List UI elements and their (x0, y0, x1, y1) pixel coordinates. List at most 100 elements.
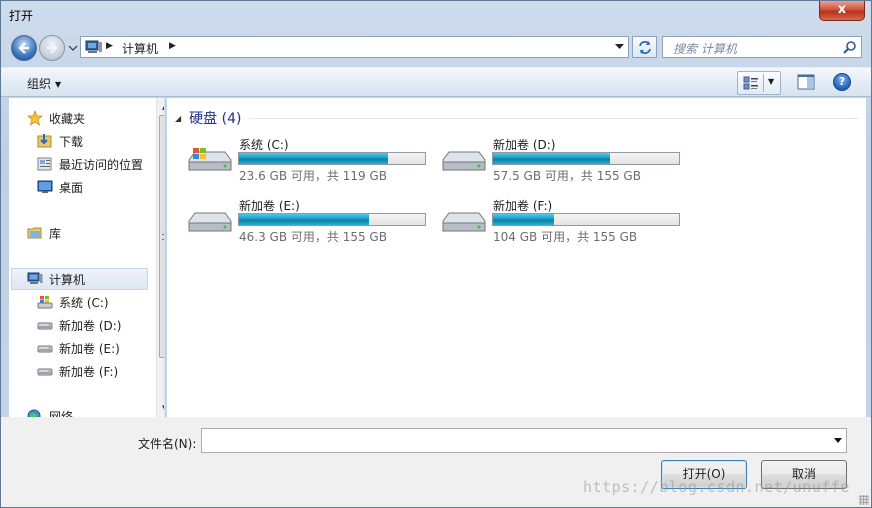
help-icon: ? (838, 75, 846, 88)
drive-usage-bar (492, 152, 680, 165)
drive-icon (442, 212, 486, 232)
sidebar-item-recent-places[interactable]: 最近访问的位置 (37, 153, 143, 175)
back-button[interactable] (11, 35, 37, 61)
drive-icon (37, 317, 55, 333)
forward-button[interactable] (39, 35, 65, 61)
sidebar-item-label: 库 (49, 226, 62, 241)
recent-places-icon (37, 156, 55, 172)
sidebar-item-label: 下载 (59, 134, 84, 149)
scrollbar-thumb[interactable] (159, 115, 164, 358)
history-dropdown-icon[interactable] (68, 43, 78, 53)
back-arrow-icon (18, 42, 29, 54)
download-folder-icon (37, 133, 55, 149)
navigation-pane: 收藏夹 下载 最近访问的位置 桌面 库 计算机 系统 (C:) 新加卷 (D:)… (9, 98, 165, 417)
open-file-dialog: 打开 x ▶ 计算机 ▶ 搜索 计算机 组织 ▼ ▼ ? 收藏夹 下载 最近访问… (0, 0, 872, 508)
close-icon: x (837, 2, 847, 17)
sidebar-item-drive-c[interactable]: 系统 (C:) (37, 291, 109, 313)
library-icon (27, 225, 45, 241)
view-details-icon (743, 76, 758, 90)
sidebar-item-label: 桌面 (59, 180, 84, 195)
drive-name: 新加卷 (D:) (493, 138, 556, 152)
preview-pane-icon[interactable] (797, 74, 815, 90)
breadcrumb[interactable]: 计算机 (122, 40, 158, 57)
close-button[interactable]: x (819, 1, 865, 21)
scroll-up-icon[interactable]: ▲ (162, 103, 164, 111)
sidebar-item-drive-f[interactable]: 新加卷 (F:) (37, 360, 118, 382)
filename-label: 文件名(N): (138, 437, 197, 451)
star-icon (26, 109, 45, 126)
drive-usage-bar (492, 213, 680, 226)
change-view-button[interactable]: ▼ (737, 71, 781, 95)
view-options-chevron-icon[interactable]: ▼ (768, 77, 774, 86)
sidebar-item-label: 网络 (49, 409, 74, 418)
help-button[interactable]: ? (833, 73, 851, 91)
chevron-down-icon: ▼ (55, 80, 62, 89)
sidebar-item-drive-d[interactable]: 新加卷 (D:) (37, 314, 121, 336)
filename-dropdown-icon[interactable] (834, 438, 842, 443)
address-dropdown-icon[interactable] (615, 44, 624, 50)
sidebar-item-label: 收藏夹 (49, 111, 86, 126)
drive-free-space: 23.6 GB 可用，共 119 GB (239, 169, 387, 183)
drive-free-space: 57.5 GB 可用，共 155 GB (493, 169, 641, 183)
windows-drive-icon (188, 148, 232, 171)
drive-usage-bar (238, 152, 426, 165)
address-bar[interactable]: ▶ 计算机 ▶ (80, 36, 629, 58)
sidebar-item-label: 新加卷 (D:) (59, 318, 122, 333)
drive-icon (442, 151, 486, 171)
drive-free-space: 46.3 GB 可用，共 155 GB (239, 230, 387, 244)
search-input[interactable]: 搜索 计算机 (673, 40, 737, 57)
drive-tile-e[interactable]: 新加卷 (E:) 46.3 GB 可用，共 155 GB (185, 197, 435, 253)
drive-icon (188, 212, 232, 232)
breadcrumb-separator-icon[interactable]: ▶ (169, 41, 176, 51)
windows-drive-icon (37, 294, 55, 310)
network-icon (27, 408, 45, 417)
sidebar-item-label: 新加卷 (F:) (59, 364, 119, 379)
dialog-footer: 文件名(N): 打开(O) 取消 https://blog.csdn.net/u… (1, 417, 871, 507)
sidebar-item-label: 计算机 (49, 272, 86, 287)
drive-name: 新加卷 (E:) (239, 199, 300, 213)
drive-icon (37, 363, 55, 379)
desktop-icon (37, 179, 55, 195)
sidebar-item-computer[interactable]: 计算机 (11, 268, 148, 290)
sidebar-item-network[interactable]: 网络 (27, 405, 73, 417)
sidebar-item-drive-e[interactable]: 新加卷 (E:) (37, 337, 120, 359)
resize-grip-icon[interactable] (859, 495, 869, 505)
sidebar-scrollbar[interactable]: ▲ ▼ (156, 98, 164, 417)
group-header-label: 硬盘 (4) (189, 111, 242, 127)
organize-menu-button[interactable]: 组织 ▼ (27, 75, 61, 92)
drive-icon (37, 340, 55, 356)
drive-usage-bar (238, 213, 426, 226)
drive-free-space: 104 GB 可用，共 155 GB (493, 230, 638, 244)
sidebar-item-desktop[interactable]: 桌面 (37, 176, 83, 198)
collapse-group-icon[interactable]: ◢ (175, 114, 181, 123)
sidebar-item-label: 新加卷 (E:) (59, 341, 120, 356)
window-title: 打开 (9, 9, 34, 23)
search-icon[interactable] (843, 40, 857, 54)
refresh-button[interactable] (632, 36, 657, 58)
drive-name: 系统 (C:) (239, 138, 289, 152)
computer-icon (85, 40, 102, 53)
drive-tile-f[interactable]: 新加卷 (F:) 104 GB 可用，共 155 GB (439, 197, 689, 253)
search-box[interactable]: 搜索 计算机 (662, 36, 862, 58)
sidebar-item-libraries[interactable]: 库 (27, 222, 61, 244)
forward-arrow-icon (47, 42, 58, 54)
drive-name: 新加卷 (F:) (493, 199, 553, 213)
drive-tile-d[interactable]: 新加卷 (D:) 57.5 GB 可用，共 155 GB (439, 136, 689, 192)
drive-tile-c[interactable]: 系统 (C:) 23.6 GB 可用，共 119 GB (185, 136, 435, 192)
breadcrumb-separator-icon[interactable]: ▶ (106, 41, 113, 51)
command-bar: 组织 ▼ ▼ ? (1, 67, 871, 97)
file-list-pane: ◢ 硬盘 (4) 系统 (C:) 23.6 GB 可用，共 119 GB 新加卷 … (167, 98, 866, 417)
group-header-hard-disks[interactable]: ◢ 硬盘 (4) (175, 108, 241, 128)
watermark-text: https://blog.csdn.net/unuffe (583, 478, 850, 496)
refresh-icon (639, 41, 651, 54)
sidebar-item-label: 最近访问的位置 (59, 157, 144, 172)
filename-combobox[interactable] (201, 428, 847, 453)
organize-label: 组织 (27, 77, 52, 91)
computer-icon (27, 271, 45, 287)
sidebar-item-label: 系统 (C:) (59, 295, 109, 310)
scroll-down-icon[interactable]: ▼ (162, 404, 164, 412)
sidebar-item-downloads[interactable]: 下载 (37, 130, 83, 152)
navigation-bar: ▶ 计算机 ▶ 搜索 计算机 (1, 31, 871, 63)
title-bar: 打开 x (1, 1, 871, 29)
sidebar-item-favorites[interactable]: 收藏夹 (26, 107, 86, 129)
